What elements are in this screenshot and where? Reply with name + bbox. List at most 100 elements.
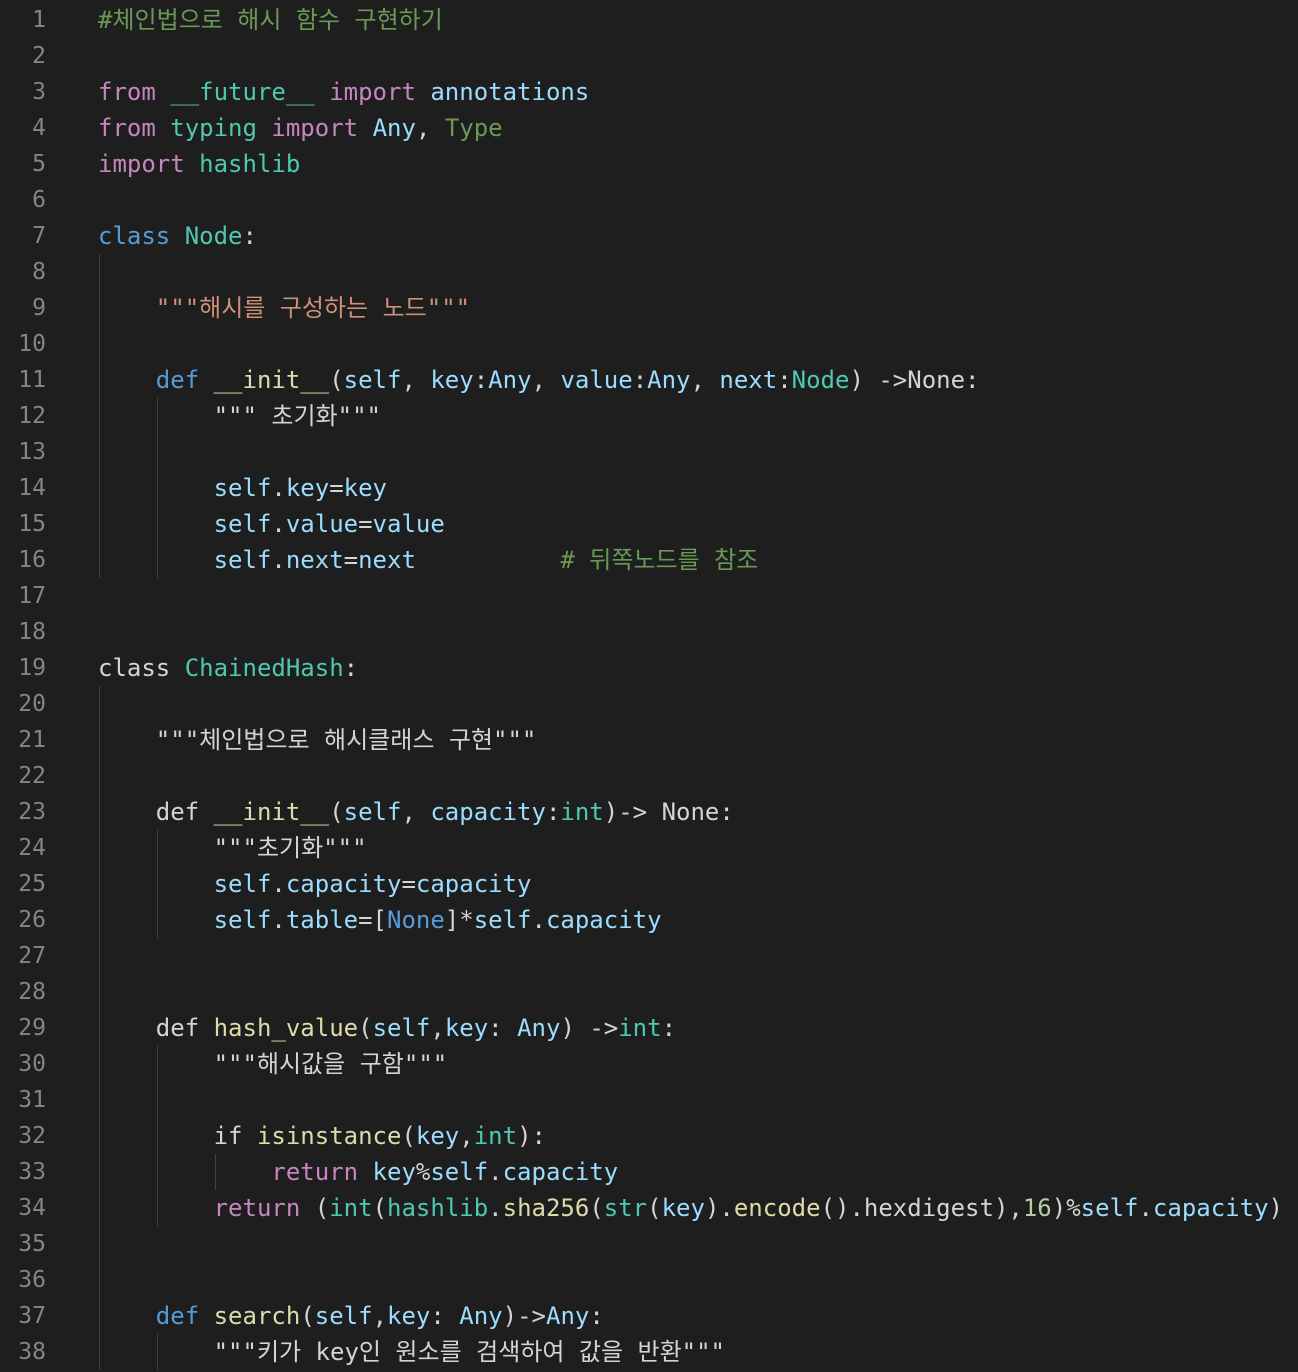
code-token: value: [285, 510, 359, 538]
code-token: :: [343, 654, 359, 682]
code-token: hashlib: [387, 1194, 489, 1222]
indent-guide: [157, 830, 158, 938]
code-line[interactable]: 3 from __future__ import annotations: [0, 74, 1298, 110]
code-token: ,: [415, 114, 445, 142]
code-line[interactable]: 14 self.key=key: [0, 470, 1298, 506]
code-line[interactable]: 11 def __init__(self, key:Any, value:Any…: [0, 362, 1298, 398]
code-line[interactable]: 13: [0, 434, 1298, 470]
code-line[interactable]: 1 #체인법으로 해시 함수 구현하기: [0, 2, 1298, 38]
code-line[interactable]: 10: [0, 326, 1298, 362]
code-line[interactable]: 37 def search(self,key: Any)->Any:: [0, 1298, 1298, 1334]
code-line[interactable]: 29 def hash_value(self,key: Any) ->int:: [0, 1010, 1298, 1046]
code-line[interactable]: 24 """초기화""": [0, 830, 1298, 866]
code-line[interactable]: 8: [0, 254, 1298, 290]
code-line[interactable]: 36: [0, 1262, 1298, 1298]
code-token: self: [473, 906, 532, 934]
code-token: .: [271, 870, 286, 898]
code-text: if isinstance(key,int):: [98, 1118, 546, 1154]
code-token: ,: [372, 1302, 388, 1330]
code-line[interactable]: 38 """키가 key인 원소를 검색하여 값을 반환""": [0, 1334, 1298, 1370]
code-line[interactable]: 15 self.value=value: [0, 506, 1298, 542]
code-token: capacity: [285, 870, 402, 898]
code-token: :: [661, 1014, 677, 1042]
code-line[interactable]: 35: [0, 1226, 1298, 1262]
code-token: :: [242, 222, 257, 250]
code-token: .: [531, 906, 546, 934]
code-token: ,: [690, 366, 720, 394]
code-line[interactable]: 5 import hashlib: [0, 146, 1298, 182]
code-token: :: [632, 366, 648, 394]
code-line[interactable]: 17: [0, 578, 1298, 614]
code-line[interactable]: 19 class ChainedHash:: [0, 650, 1298, 686]
code-line[interactable]: 20: [0, 686, 1298, 722]
code-line[interactable]: 32 if isinstance(key,int):: [0, 1118, 1298, 1154]
code-token: :: [589, 1302, 604, 1330]
code-token: =: [329, 474, 344, 502]
code-token: self: [213, 870, 272, 898]
code-token: self: [343, 798, 402, 826]
line-number: 13: [18, 439, 46, 465]
code-text: """초기화""": [98, 830, 367, 866]
code-token: :: [430, 1302, 460, 1330]
code-text: return (int(hashlib.sha256(str(key).enco…: [98, 1190, 1283, 1226]
code-text: self.capacity=capacity: [98, 866, 532, 902]
code-editor[interactable]: 1 #체인법으로 해시 함수 구현하기 2 3 from __future__ impo…: [0, 2, 1298, 1370]
code-line[interactable]: 4 from typing import Any, Type: [0, 110, 1298, 146]
indent-guide: [215, 1154, 216, 1190]
code-token: capacity: [430, 798, 546, 826]
code-line[interactable]: 6: [0, 182, 1298, 218]
line-number: 15: [18, 511, 46, 537]
code-token: ):: [517, 1122, 546, 1150]
code-token: .: [271, 510, 286, 538]
code-text: class Node:: [98, 218, 257, 254]
code-line[interactable]: 34 return (int(hashlib.sha256(str(key).e…: [0, 1190, 1298, 1226]
code-token: from: [98, 114, 156, 142]
code-line[interactable]: 23 def __init__(self, capacity:int)-> No…: [0, 794, 1298, 830]
code-token: capacity: [502, 1158, 619, 1186]
code-line[interactable]: 9 """해시를 구성하는 노드""": [0, 290, 1298, 326]
line-number: 24: [18, 835, 46, 861]
code-token: .: [1138, 1194, 1153, 1222]
line-number: 5: [32, 151, 46, 177]
code-line[interactable]: 30 """해시값을 구함""": [0, 1046, 1298, 1082]
line-number: 18: [18, 619, 46, 645]
code-token: class: [98, 222, 171, 250]
code-token: (: [401, 1122, 416, 1150]
code-token: int: [560, 798, 604, 826]
code-line[interactable]: 18: [0, 614, 1298, 650]
code-text: def hash_value(self,key: Any) ->int:: [98, 1010, 676, 1046]
code-line[interactable]: 25 self.capacity=capacity: [0, 866, 1298, 902]
line-number: 4: [32, 115, 46, 141]
code-token: from: [98, 78, 156, 106]
code-line[interactable]: 33 return key%self.capacity: [0, 1154, 1298, 1190]
code-line[interactable]: 2: [0, 38, 1298, 74]
code-token: )-> None:: [603, 798, 734, 826]
code-line[interactable]: 31: [0, 1082, 1298, 1118]
code-token: (: [329, 366, 344, 394]
code-line[interactable]: 28: [0, 974, 1298, 1010]
code-line[interactable]: 22: [0, 758, 1298, 794]
code-text: """키가 key인 원소를 검색하여 값을 반환""": [98, 1334, 725, 1370]
line-number: 21: [18, 727, 46, 753]
code-line[interactable]: 7 class Node:: [0, 218, 1298, 254]
code-token: :: [473, 366, 489, 394]
code-token: table: [285, 906, 359, 934]
code-line[interactable]: 21 """체인법으로 해시클래스 구현""": [0, 722, 1298, 758]
code-line[interactable]: 16 self.next=next # 뒤쪽노드를 참조: [0, 542, 1298, 578]
code-line[interactable]: 27: [0, 938, 1298, 974]
code-line[interactable]: 26 self.table=[None]*self.capacity: [0, 902, 1298, 938]
code-token: .: [271, 474, 286, 502]
code-token: typing: [170, 114, 257, 142]
code-token: """ 초기화""": [213, 402, 381, 430]
code-token: None: [387, 906, 445, 934]
line-number: 38: [18, 1339, 46, 1365]
code-line[interactable]: 12 """ 초기화""": [0, 398, 1298, 434]
